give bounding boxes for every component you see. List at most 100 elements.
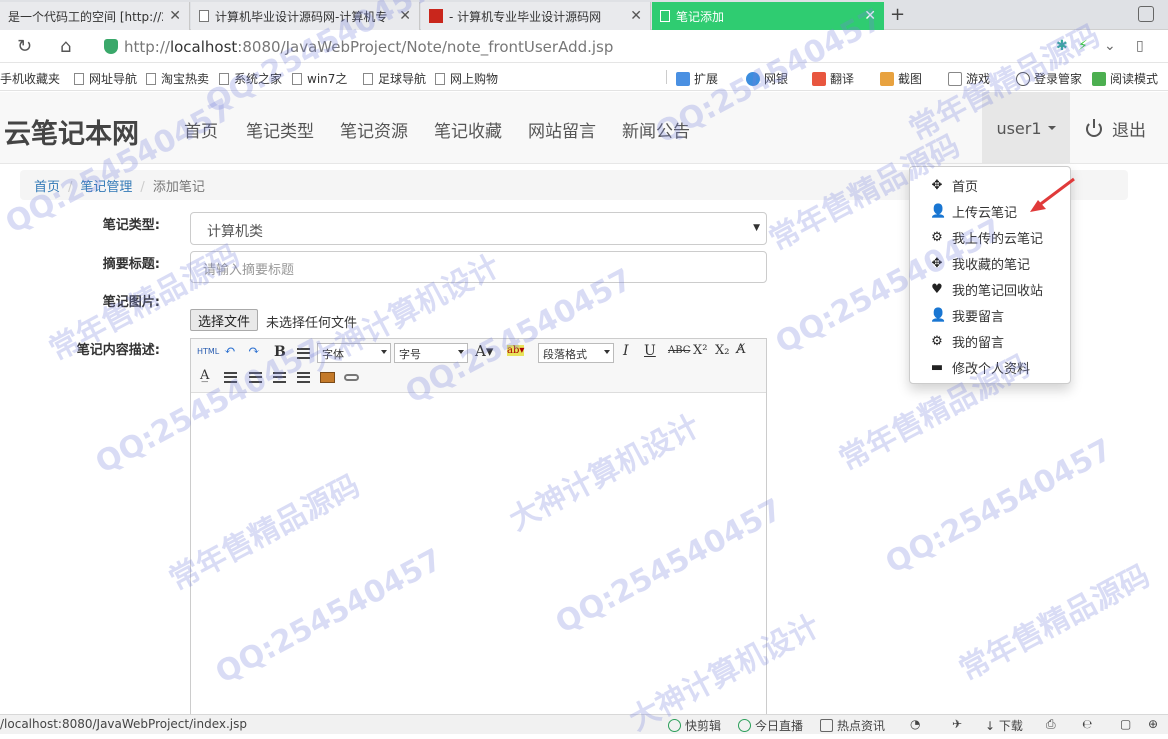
browser-tab-active[interactable]: 笔记添加 ✕ (652, 2, 884, 30)
status-url: /localhost:8080/JavaWebProject/index.jsp (0, 717, 247, 731)
align-right-icon[interactable] (273, 372, 286, 383)
extension-item[interactable]: 截图 (880, 70, 922, 87)
menu-item-leave-message[interactable]: 👤 我要留言 (910, 302, 1070, 328)
breadcrumb-home[interactable]: 首页 (34, 180, 60, 195)
accelerate-icon[interactable]: ✱ (1056, 38, 1068, 54)
document-icon (292, 72, 302, 85)
speed-icon[interactable]: ◔ (910, 717, 920, 731)
tab-menu-icon[interactable] (1138, 6, 1154, 22)
link-icon[interactable] (344, 374, 359, 381)
font-family-select[interactable]: 字体 (317, 343, 391, 363)
font-color-icon[interactable]: A▾ (475, 342, 493, 360)
nav-note-resources[interactable]: 笔记资源 (340, 117, 408, 142)
nav-home[interactable]: 首页 (184, 117, 218, 142)
subscript-icon[interactable]: X₂ (715, 343, 729, 358)
html-source-button[interactable]: HTML (197, 347, 219, 356)
tools-icon[interactable]: ✈ (952, 717, 962, 731)
home-icon[interactable]: ⌂ (60, 36, 71, 57)
document-icon (74, 72, 84, 85)
window-icon[interactable]: ▢ (1120, 717, 1131, 731)
shield-icon (104, 39, 118, 54)
browser-tab[interactable]: 计算机毕业设计源码网-计算机专 ✕ (191, 2, 420, 30)
bookmark-item[interactable]: win7之 (292, 70, 347, 87)
status-live[interactable]: 今日直播 (738, 717, 803, 734)
close-icon[interactable]: ✕ (864, 8, 876, 24)
user-dropdown-toggle[interactable]: user1 (982, 92, 1070, 164)
extension-item[interactable]: 扩展 (676, 70, 718, 87)
ie-icon[interactable]: ℮ (1082, 717, 1092, 731)
move-icon: ✥ (931, 255, 943, 271)
bookmark-item[interactable]: 网址导航 (74, 70, 137, 87)
clear-format-icon[interactable]: A̸ (736, 342, 745, 357)
new-tab-button[interactable]: + (890, 4, 905, 25)
image-icon[interactable] (320, 372, 335, 383)
extension-item[interactable]: 游戏 (948, 70, 990, 87)
note-type-select[interactable]: 计算机类 ▼ (190, 212, 767, 245)
underline-icon[interactable]: U (644, 343, 656, 359)
lightning-icon[interactable]: ⚡ (1078, 38, 1088, 54)
close-icon[interactable]: ✕ (169, 8, 181, 24)
play-icon (668, 719, 681, 732)
undo-icon[interactable]: ↶ (224, 343, 236, 359)
nav-news[interactable]: 新闻公告 (622, 117, 690, 142)
status-news[interactable]: 热点资讯 (820, 717, 885, 734)
superscript-icon[interactable]: X² (693, 343, 707, 358)
extension-item[interactable]: 登录管家 (1016, 70, 1082, 87)
news-icon (820, 719, 833, 732)
highlight-icon[interactable]: ab▾ (507, 345, 525, 356)
browser-tab-bar: 是一个代码工的空间 [http://2 ✕ 计算机毕业设计源码网-计算机专 ✕ … (0, 0, 1168, 30)
browser-tab[interactable]: 是一个代码工的空间 [http://2 ✕ (0, 2, 190, 30)
chevron-down-icon[interactable]: ⌄ (1104, 38, 1116, 54)
note-title-input[interactable]: 请输入摘要标题 (190, 251, 767, 283)
select-all-icon[interactable]: A̲ (200, 368, 209, 383)
align-justify-icon[interactable] (297, 372, 310, 383)
separator (666, 70, 667, 84)
zoom-icon[interactable]: ⊕ (1148, 717, 1158, 731)
url-field[interactable]: http://localhost:8080/JavaWebProject/Not… (104, 36, 613, 58)
align-left-icon[interactable] (224, 372, 237, 383)
bookmark-item[interactable]: 足球导航 (363, 70, 426, 87)
heart-icon: ♥ (931, 281, 943, 297)
extension-item[interactable]: 阅读模式 (1092, 70, 1158, 87)
align-center-icon[interactable] (249, 372, 262, 383)
site-brand[interactable]: 云笔记本网 (4, 112, 139, 151)
nav-note-types[interactable]: 笔记类型 (246, 117, 314, 142)
status-download[interactable]: ↓ 下载 (985, 717, 1023, 734)
extension-item[interactable]: 网银 (746, 70, 788, 87)
format-icon[interactable] (297, 348, 310, 359)
nav-note-favorites[interactable]: 笔记收藏 (434, 117, 502, 142)
breadcrumb-current: 添加笔记 (152, 180, 205, 195)
bookmark-item[interactable]: 手机收藏夹 (0, 70, 60, 87)
menu-item-my-uploads[interactable]: ⚙ 我上传的云笔记 (910, 224, 1070, 250)
font-size-select[interactable]: 字号 (394, 343, 468, 363)
rich-text-editor: HTML ↶ ↷ B 字体 字号 A▾ ab▾ 段落格式 I U ABC X² … (190, 338, 767, 718)
bookmark-item[interactable]: 淘宝热卖 (146, 70, 209, 87)
breadcrumb-section[interactable]: 笔记管理 (80, 180, 132, 195)
close-icon[interactable]: ✕ (630, 8, 642, 24)
status-quick-edit[interactable]: 快剪辑 (668, 717, 721, 734)
mobile-icon[interactable]: ▯ (1136, 38, 1144, 54)
bookmark-item[interactable]: 系统之家 (219, 70, 282, 87)
cog-icon: ⚙ (931, 333, 943, 349)
bold-icon[interactable]: B (274, 344, 286, 360)
menu-item-my-messages[interactable]: ⚙ 我的留言 (910, 328, 1070, 354)
menu-item-edit-profile[interactable]: ▬ 修改个人资料 (910, 354, 1070, 380)
strikethrough-icon[interactable]: ABC (668, 345, 690, 356)
key-icon (1016, 71, 1030, 86)
browser-tab[interactable]: - 计算机专业毕业设计源码网 ✕ (421, 2, 651, 30)
choose-file-button[interactable]: 选择文件 (190, 309, 259, 331)
extension-item[interactable]: 翻译 (812, 70, 854, 87)
close-icon[interactable]: ✕ (399, 8, 411, 24)
paragraph-format-select[interactable]: 段落格式 (538, 343, 614, 363)
menu-item-recycle-bin[interactable]: ♥ 我的笔记回收站 (910, 276, 1070, 302)
redo-icon[interactable]: ↷ (248, 343, 260, 359)
credit-card-icon: ▬ (930, 359, 944, 375)
menu-item-my-favorites[interactable]: ✥ 我收藏的笔记 (910, 250, 1070, 276)
reload-icon[interactable]: ↻ (17, 36, 32, 57)
italic-icon[interactable]: I (623, 343, 629, 359)
note-content-label: 笔记内容描述: (76, 343, 160, 358)
logout-link[interactable]: 退出 (1086, 116, 1146, 141)
printer-icon[interactable]: ⎙ (1046, 717, 1056, 732)
nav-messages[interactable]: 网站留言 (528, 117, 596, 142)
bookmark-item[interactable]: 网上购物 (435, 70, 498, 87)
